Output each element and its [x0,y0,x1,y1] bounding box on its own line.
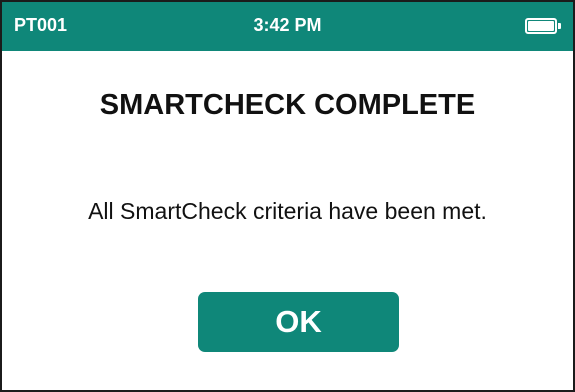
ok-button[interactable]: OK [198,292,399,352]
device-screen: PT001 3:42 PM SMARTCHECK COMPLETE All Sm… [0,0,575,392]
status-time: 3:42 PM [253,15,322,35]
dialog-message: All SmartCheck criteria have been met. [88,198,487,224]
battery-tip [558,23,561,29]
battery-level-fill [528,21,554,31]
status-bar: PT001 3:42 PM [2,2,573,51]
dialog-title: SMARTCHECK COMPLETE [99,89,476,121]
battery-full-icon [525,18,563,34]
